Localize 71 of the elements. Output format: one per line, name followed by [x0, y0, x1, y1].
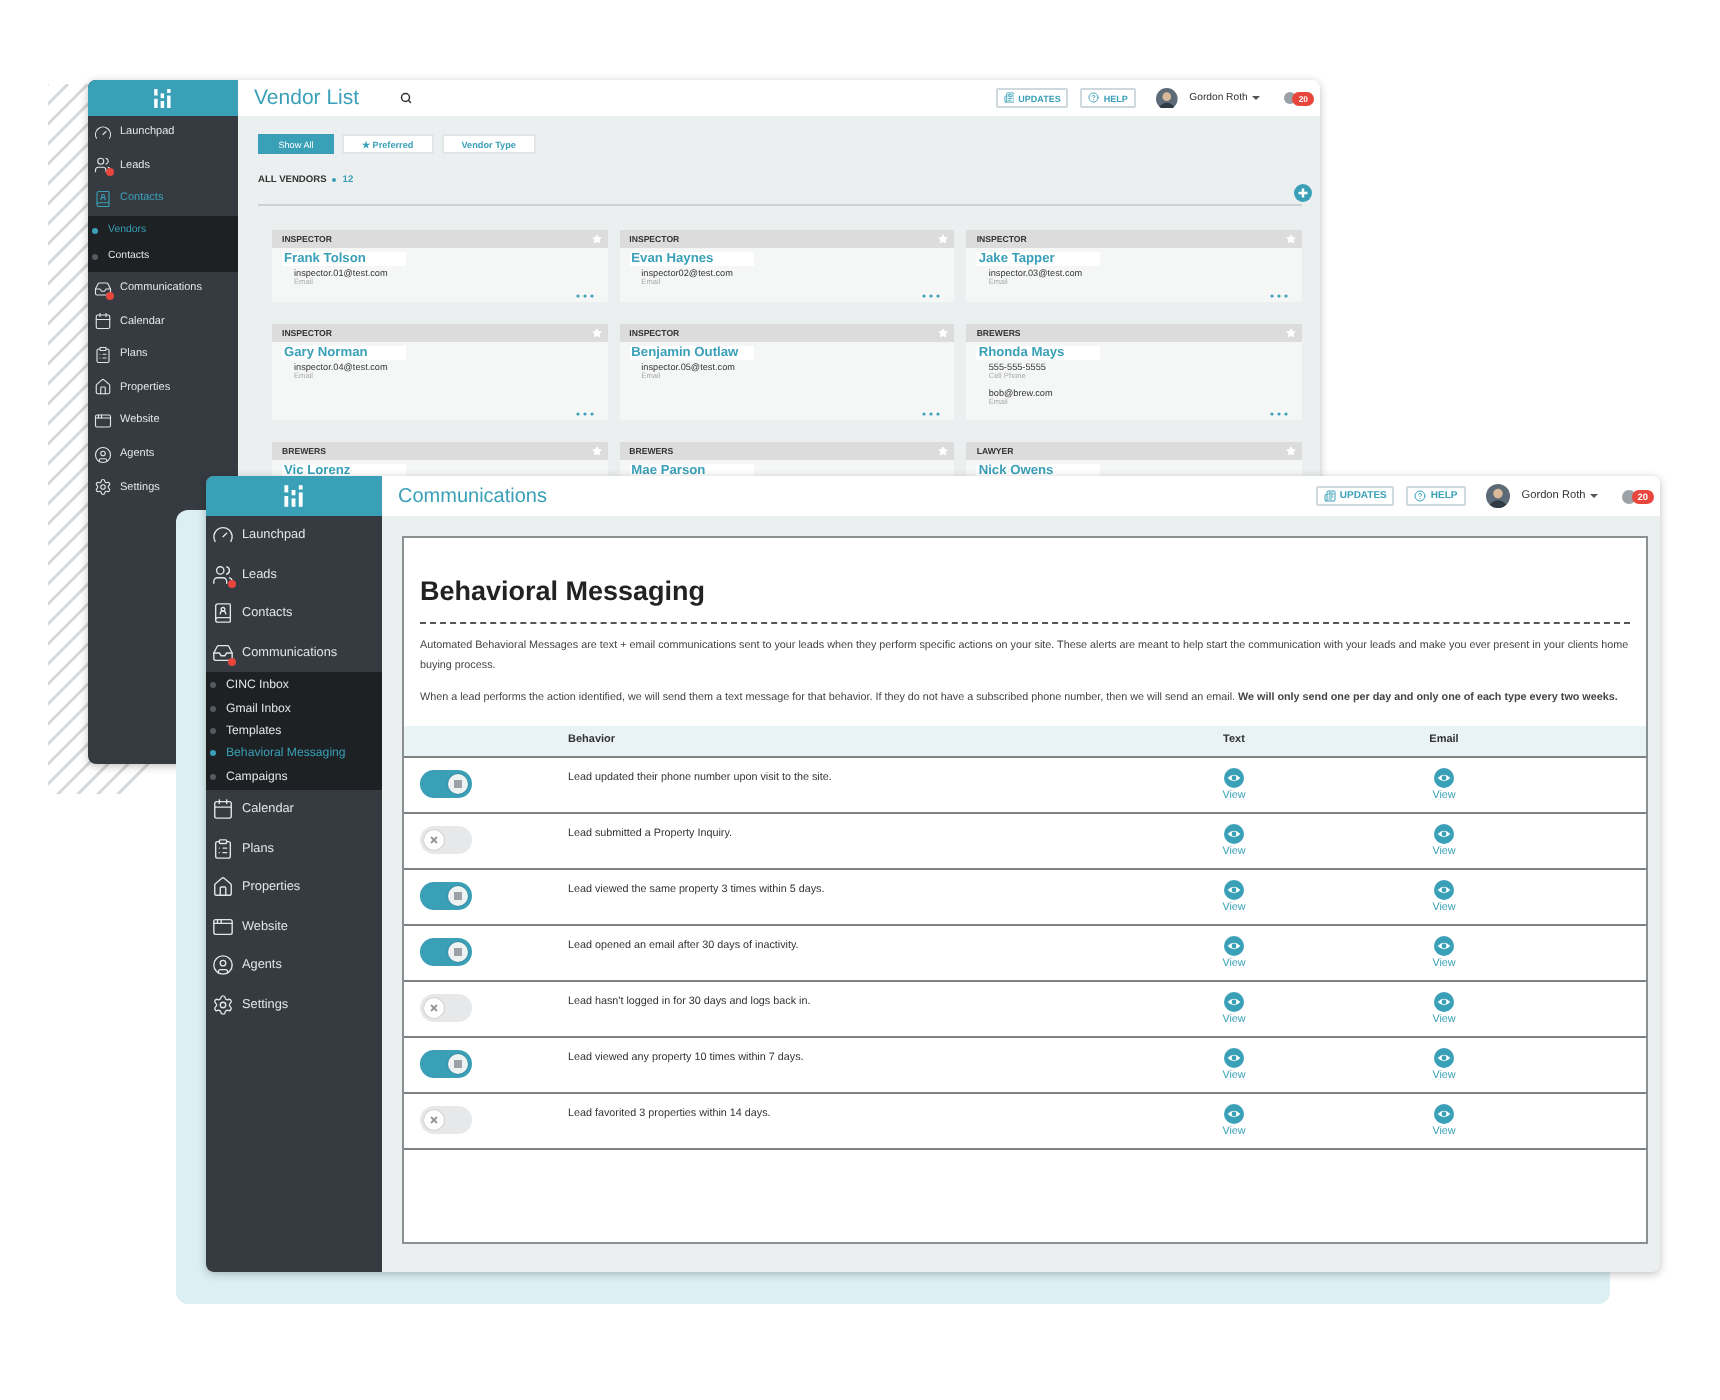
search-icon[interactable]: [399, 92, 412, 104]
eye-icon: [1434, 935, 1454, 955]
star-icon[interactable]: [591, 234, 602, 244]
gauge-icon: [94, 123, 112, 142]
inbox-icon: [94, 279, 112, 298]
star-icon[interactable]: [938, 234, 949, 244]
window-icon: [94, 411, 112, 430]
star-icon[interactable]: [938, 446, 949, 456]
square-icon: [454, 892, 462, 900]
square-icon: [454, 780, 462, 788]
toggle-switch[interactable]: [420, 882, 472, 910]
square-icon: [454, 1060, 462, 1068]
star-icon[interactable]: [591, 328, 602, 338]
logo: [282, 484, 306, 508]
star-icon[interactable]: [591, 446, 602, 456]
toggle-switch[interactable]: [420, 994, 472, 1022]
newspaper-icon: [1323, 490, 1336, 502]
add-icon[interactable]: [1294, 184, 1312, 202]
star-icon[interactable]: [1286, 234, 1296, 244]
settings-icon: [94, 478, 112, 497]
toggle-switch[interactable]: [420, 770, 472, 798]
gauge-icon: [212, 524, 234, 547]
x-icon: [430, 1004, 438, 1012]
window-title: Communications: [398, 485, 547, 507]
eye-icon: [1224, 1047, 1244, 1067]
eye-icon: [1224, 935, 1244, 955]
settings-icon: [212, 993, 234, 1016]
logo: [152, 87, 174, 109]
avatar: [1155, 87, 1178, 109]
eye-icon: [1224, 1103, 1244, 1123]
eye-icon: [1224, 991, 1244, 1011]
user-circle-icon: [212, 954, 234, 977]
star-icon[interactable]: [1286, 328, 1296, 338]
people-icon: [94, 156, 112, 175]
square-icon: [454, 948, 462, 956]
window-title: Vendor List: [254, 86, 360, 110]
avatar: [1485, 484, 1510, 508]
eye-icon: [1224, 879, 1244, 899]
star-icon[interactable]: [1286, 446, 1296, 456]
star-icon[interactable]: [938, 328, 949, 338]
house-icon: [212, 876, 234, 899]
eye-icon: [1434, 767, 1454, 787]
toggle-switch[interactable]: [420, 1050, 472, 1078]
calendar-icon: [212, 798, 234, 821]
toggle-switch[interactable]: [420, 1106, 472, 1134]
help-icon: [1088, 92, 1100, 104]
circle-icon[interactable]: [1621, 489, 1636, 503]
eye-icon: [1224, 823, 1244, 843]
page-title: Behavioral Messaging: [420, 576, 1630, 624]
x-icon: [430, 1116, 438, 1124]
x-icon: [430, 836, 438, 844]
newspaper-icon: [1003, 92, 1015, 104]
house-icon: [94, 378, 112, 397]
people-icon: [212, 563, 234, 586]
window-icon: [212, 915, 234, 938]
eye-icon: [1434, 1047, 1454, 1067]
inbox-icon: [212, 641, 234, 664]
address-book-icon: [94, 189, 112, 208]
eye-icon: [1434, 823, 1454, 843]
toggle-switch[interactable]: [420, 826, 472, 854]
eye-icon: [1434, 1103, 1454, 1123]
help-icon: [1414, 490, 1427, 502]
address-book-icon: [212, 602, 234, 625]
eye-icon: [1434, 879, 1454, 899]
eye-icon: [1224, 767, 1244, 787]
eye-icon: [1434, 991, 1454, 1011]
toggle-switch[interactable]: [420, 938, 472, 966]
calendar-icon: [94, 312, 112, 331]
user-circle-icon: [94, 445, 112, 464]
clipboard-icon: [212, 837, 234, 860]
clipboard-icon: [94, 345, 112, 364]
